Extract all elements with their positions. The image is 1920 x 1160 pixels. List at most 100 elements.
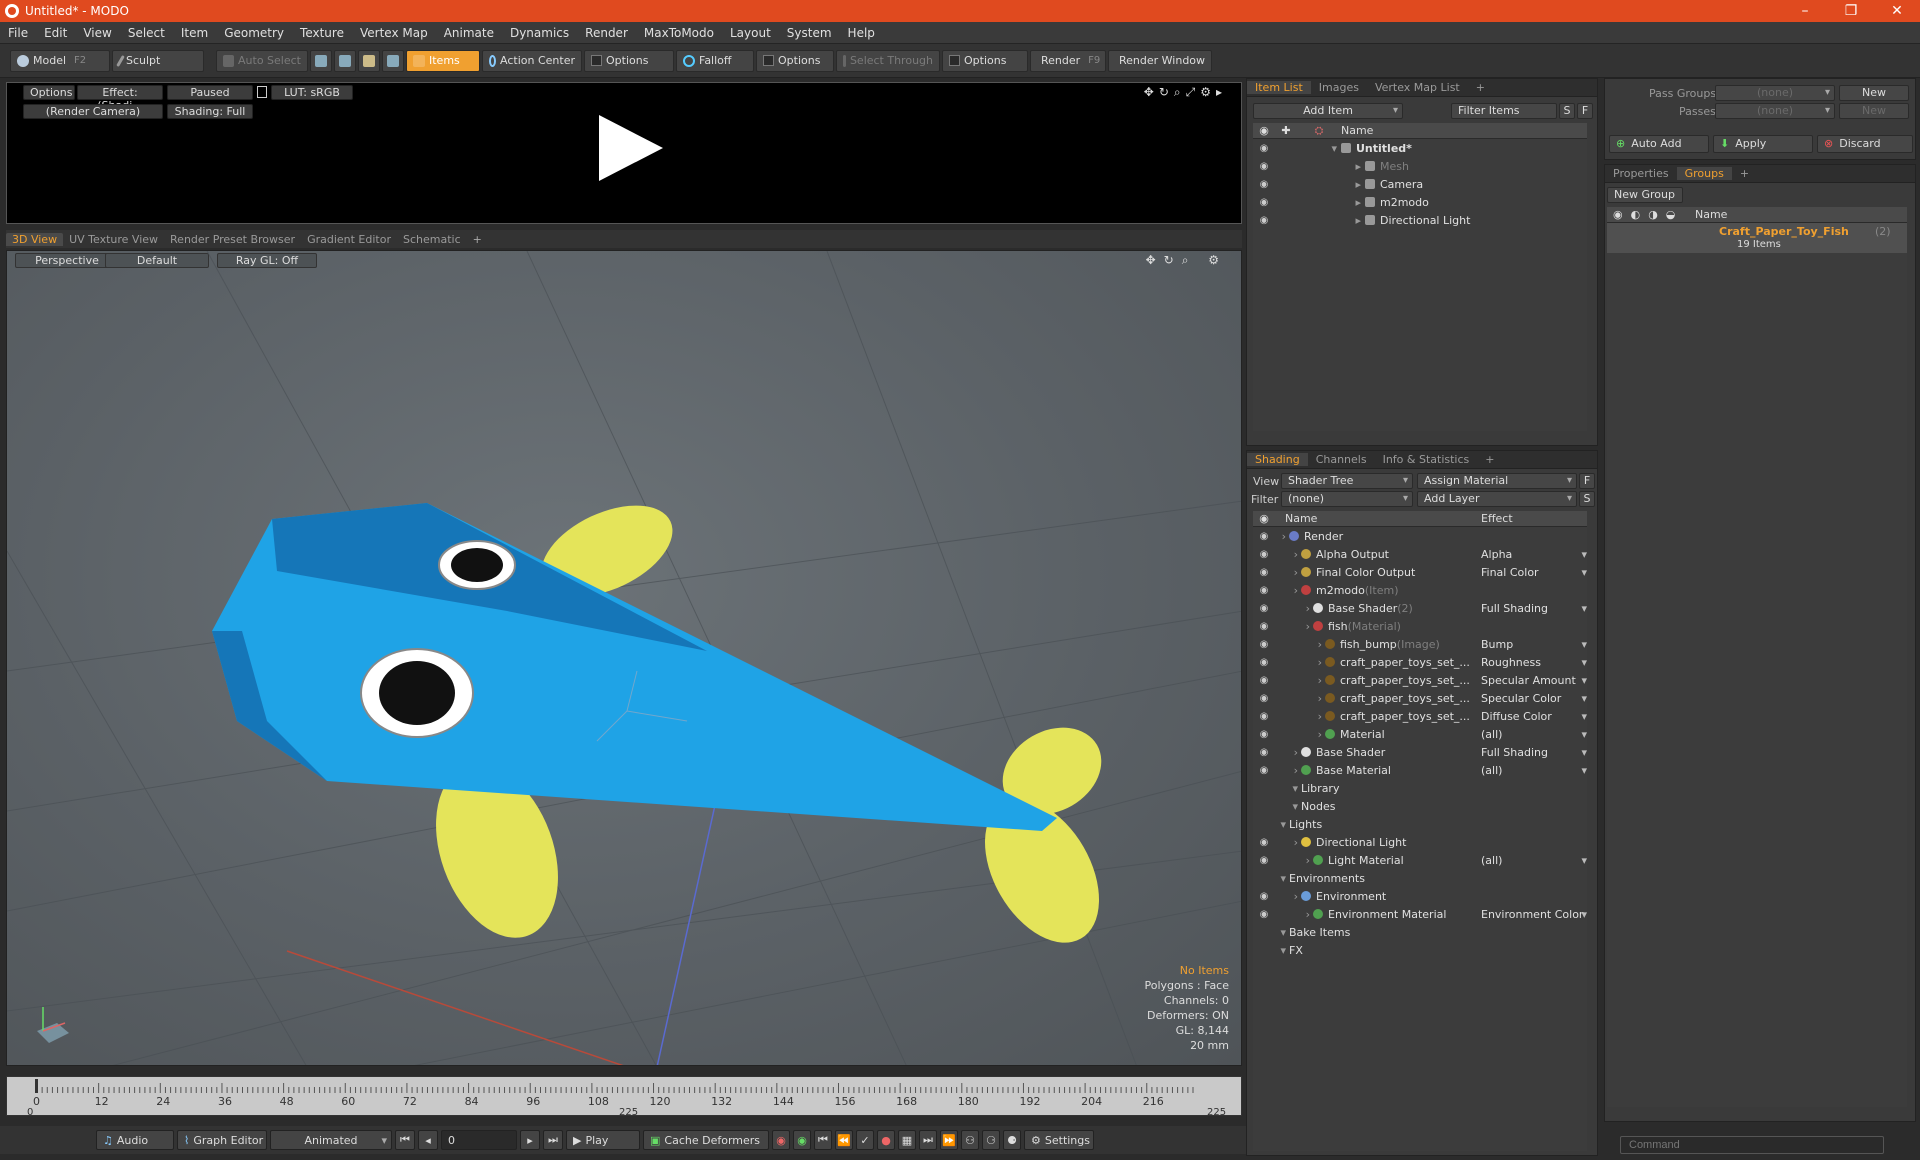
shader-visibility-icon[interactable]: ◉: [1253, 693, 1275, 704]
render-camera-dropdown[interactable]: (Render Camera): [23, 104, 163, 119]
prev-key-button[interactable]: ◂: [418, 1130, 438, 1150]
render-button[interactable]: Render F9: [1030, 49, 1106, 72]
key-icon-3[interactable]: ⏮: [814, 1130, 832, 1150]
vertices-mode-button[interactable]: [310, 49, 332, 72]
view-tab-gradient-editor[interactable]: Gradient Editor: [301, 233, 397, 246]
settings-button[interactable]: ⚙ Settings: [1024, 1130, 1094, 1150]
layer-effect-dropdown[interactable]: Specular Color: [1481, 692, 1587, 705]
tree-toggle-icon[interactable]: ›: [1275, 656, 1325, 669]
menu-item-render[interactable]: Render: [577, 26, 636, 40]
item-list-row[interactable]: ◉ ▸ Camera: [1253, 175, 1587, 193]
lut-dropdown[interactable]: LUT: sRGB: [271, 85, 353, 100]
last-frame-button[interactable]: ⏭: [543, 1130, 563, 1150]
discard-button[interactable]: ⊗ Discard: [1817, 135, 1913, 153]
shader-visibility-icon[interactable]: ◉: [1253, 711, 1275, 722]
groups-tab-properties[interactable]: Properties: [1605, 167, 1677, 180]
shader-visibility-icon[interactable]: ◉: [1253, 657, 1275, 668]
key-icon-5[interactable]: ✓: [856, 1130, 874, 1150]
3d-viewport[interactable]: Perspective Default Ray GL: Off ✥↻⌕ ⚙ No…: [6, 250, 1242, 1066]
shader-visibility-icon[interactable]: ◉: [1253, 585, 1275, 596]
tree-toggle-icon[interactable]: ›: [1275, 674, 1325, 687]
shader-tree-row[interactable]: ▾ FX: [1253, 941, 1587, 959]
itemlist-tab-add[interactable]: +: [1468, 81, 1493, 94]
menu-item-view[interactable]: View: [75, 26, 119, 40]
add-item-dropdown[interactable]: Add Item: [1253, 103, 1403, 119]
tree-toggle-icon[interactable]: ▾: [1275, 872, 1289, 885]
shading-f-button[interactable]: F: [1579, 473, 1595, 489]
shader-tree-row[interactable]: ◉ › Environment Material Environment Color: [1253, 905, 1587, 923]
play-button[interactable]: ▶ Play: [566, 1130, 640, 1150]
shader-tree-row[interactable]: ◉ › craft_paper_toys_set_... Diffuse Color: [1253, 707, 1587, 725]
tree-toggle-icon[interactable]: ›: [1275, 638, 1325, 651]
shading-tab-info-statistics[interactable]: Info & Statistics: [1375, 453, 1478, 466]
graph-editor-button[interactable]: ⌇ Graph Editor: [177, 1130, 267, 1150]
menu-item-select[interactable]: Select: [120, 26, 173, 40]
tree-toggle-icon[interactable]: ›: [1275, 584, 1301, 597]
shader-visibility-icon[interactable]: ◉: [1253, 729, 1275, 740]
layer-effect-dropdown[interactable]: Alpha: [1481, 548, 1587, 561]
tree-toggle-icon[interactable]: ›: [1275, 890, 1301, 903]
tree-toggle-icon[interactable]: ▾: [1275, 782, 1301, 795]
shader-tree-row[interactable]: ◉ › m2modo (Item): [1253, 581, 1587, 599]
key-icon-6[interactable]: ▦: [898, 1130, 916, 1150]
expand-arrow-icon[interactable]: ▾: [1275, 142, 1341, 155]
layer-effect-dropdown[interactable]: Final Color: [1481, 566, 1587, 579]
first-frame-button[interactable]: ⏮: [395, 1130, 415, 1150]
visibility-eye-icon[interactable]: ◉: [1253, 179, 1275, 190]
command-input[interactable]: [1620, 1136, 1884, 1154]
key-icon-10[interactable]: ⚆: [982, 1130, 1000, 1150]
itemlist-tab-item-list[interactable]: Item List: [1247, 81, 1311, 94]
auto-select-button[interactable]: Auto Select: [216, 49, 308, 72]
shader-tree-row[interactable]: ◉ › fish_bump (Image) Bump: [1253, 635, 1587, 653]
tree-toggle-icon[interactable]: ▾: [1275, 800, 1301, 813]
maximize-button[interactable]: ❐: [1828, 0, 1874, 22]
new-pass-button[interactable]: New: [1839, 103, 1909, 119]
shader-tree-row[interactable]: ◉ › Render: [1253, 527, 1587, 545]
passes-dropdown[interactable]: (none): [1715, 103, 1835, 119]
shader-tree-row[interactable]: ◉ › Base Shader Full Shading: [1253, 743, 1587, 761]
tree-toggle-icon[interactable]: ›: [1275, 620, 1313, 633]
tree-toggle-icon[interactable]: ›: [1275, 836, 1301, 849]
menu-item-vertex-map[interactable]: Vertex Map: [352, 26, 436, 40]
shader-visibility-icon[interactable]: ◉: [1253, 891, 1275, 902]
visibility-eye-icon[interactable]: ◉: [1253, 215, 1275, 226]
next-key-button[interactable]: ▸: [520, 1130, 540, 1150]
view-tab-uv-texture-view[interactable]: UV Texture View: [63, 233, 164, 246]
shader-tree-row[interactable]: ◉ › craft_paper_toys_set_... Specular Color: [1253, 689, 1587, 707]
layer-effect-dropdown[interactable]: Full Shading: [1481, 746, 1587, 759]
filter-f-button[interactable]: F: [1577, 103, 1593, 119]
shader-tree-row[interactable]: ▾ Environments: [1253, 869, 1587, 887]
assign-material-dropdown[interactable]: Assign Material: [1417, 473, 1577, 489]
render-window-button[interactable]: Render Window: [1108, 49, 1212, 72]
animated-dropdown[interactable]: Animated ▾: [270, 1130, 392, 1150]
shading-s-button[interactable]: S: [1579, 491, 1595, 507]
layer-effect-dropdown[interactable]: Bump: [1481, 638, 1587, 651]
tree-toggle-icon[interactable]: ›: [1275, 548, 1301, 561]
tree-toggle-icon[interactable]: ›: [1275, 854, 1313, 867]
model-button[interactable]: Model F2: [10, 49, 110, 72]
layer-effect-dropdown[interactable]: Roughness: [1481, 656, 1587, 669]
shader-tree-row[interactable]: ▾ Library: [1253, 779, 1587, 797]
key-icon-9[interactable]: ⚇: [961, 1130, 979, 1150]
tree-toggle-icon[interactable]: ›: [1275, 746, 1301, 759]
auto-add-button[interactable]: ⊕ Auto Add: [1609, 135, 1709, 153]
item-list-row[interactable]: ◉ ▸ Directional Light: [1253, 211, 1587, 229]
falloff-options-button[interactable]: Options: [756, 49, 834, 72]
menu-item-dynamics[interactable]: Dynamics: [502, 26, 577, 40]
menu-item-maxtomodo[interactable]: MaxToModo: [636, 26, 722, 40]
new-pass-group-button[interactable]: New: [1839, 85, 1909, 101]
expand-arrow-icon[interactable]: ▸: [1275, 196, 1365, 209]
shader-tree-row[interactable]: ▾ Nodes: [1253, 797, 1587, 815]
key-icon-4[interactable]: ⏪: [835, 1130, 853, 1150]
menu-item-layout[interactable]: Layout: [722, 26, 779, 40]
tree-toggle-icon[interactable]: ›: [1275, 908, 1313, 921]
layer-effect-dropdown[interactable]: (all): [1481, 854, 1587, 867]
shader-visibility-icon[interactable]: ◉: [1253, 765, 1275, 776]
preview-options-button[interactable]: Options: [23, 85, 75, 100]
shader-tree-row[interactable]: ◉ › Final Color Output Final Color: [1253, 563, 1587, 581]
tree-toggle-icon[interactable]: ›: [1275, 692, 1325, 705]
pass-groups-dropdown[interactable]: (none): [1715, 85, 1835, 101]
expand-arrow-icon[interactable]: ▸: [1275, 160, 1365, 173]
shader-tree-row[interactable]: ◉ › Base Shader (2) Full Shading: [1253, 599, 1587, 617]
new-group-button[interactable]: New Group: [1607, 187, 1683, 203]
